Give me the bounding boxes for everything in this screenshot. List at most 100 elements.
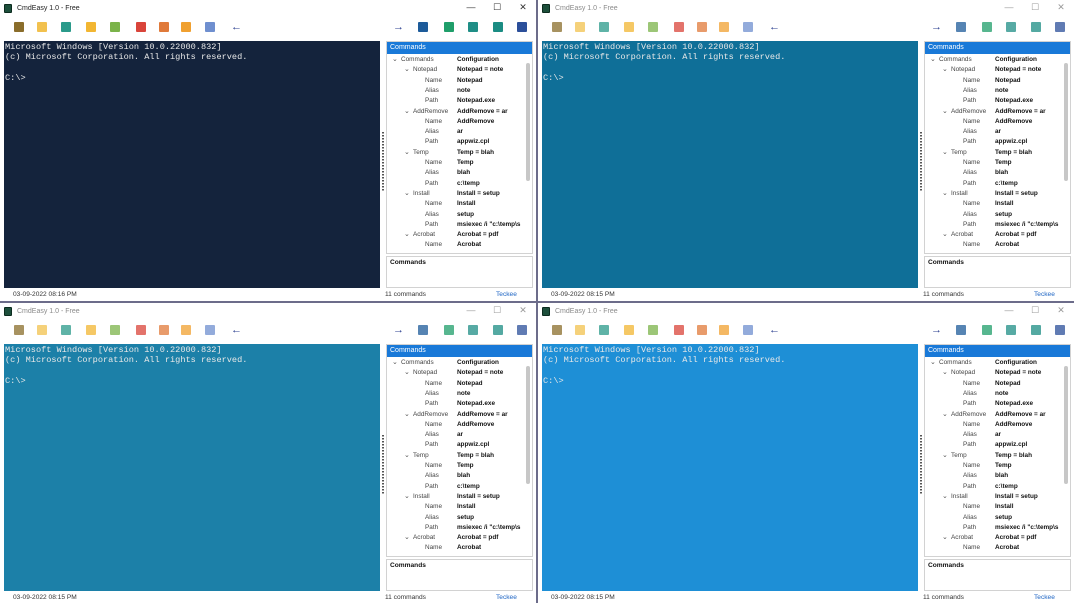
tree-group-row[interactable]: ⌄ AddRemove AddRemove = ar (387, 410, 526, 420)
tree-property-row[interactable]: Alias ar (387, 127, 526, 137)
splitter-handle[interactable] (920, 435, 922, 495)
info-icon[interactable] (205, 22, 215, 32)
tree-group-row[interactable]: ⌄ Install Install = setup (925, 189, 1064, 199)
tree-property-row[interactable]: Alias ar (925, 430, 1064, 440)
tree-property-row[interactable]: Alias ar (925, 127, 1064, 137)
tree-property-row[interactable]: Path msiexec /i "c:\temp\s (387, 220, 526, 230)
tree-property-row[interactable]: Name Notepad (387, 76, 526, 86)
delete-icon[interactable] (493, 22, 503, 32)
tree-property-row[interactable]: Name Notepad (925, 76, 1064, 86)
scrollbar-thumb[interactable] (1064, 366, 1068, 484)
tree-property-row[interactable]: Name AddRemove (925, 117, 1064, 127)
minimize-button[interactable]: — (996, 303, 1022, 319)
run-icon[interactable] (552, 325, 562, 335)
tree-property-row[interactable]: Alias note (925, 86, 1064, 96)
close-button[interactable]: ✕ (1048, 0, 1074, 16)
close-button[interactable]: ✕ (1048, 303, 1074, 319)
tree-property-row[interactable]: Alias blah (925, 168, 1064, 178)
commands-tree[interactable]: ⌄ Commands Configuration ⌄ Notepad Notepad = … (925, 357, 1070, 556)
tree-group-row[interactable]: ⌄ Temp Temp = blah (387, 451, 526, 461)
note-icon[interactable] (624, 22, 634, 32)
tree-group-row[interactable]: ⌄ Install Install = setup (387, 492, 526, 502)
tree-group-row[interactable]: ⌄ Install Install = setup (387, 189, 526, 199)
tree-group-row[interactable]: ⌄ Commands Configuration (925, 358, 1064, 368)
commands-tree[interactable]: ⌄ Commands Configuration ⌄ Notepad Notepad = … (925, 54, 1070, 253)
pin-icon[interactable] (136, 325, 146, 335)
screen-icon[interactable] (110, 22, 120, 32)
forward-arrow-icon[interactable]: → (931, 325, 942, 336)
shell-icon[interactable] (418, 325, 428, 335)
tree-group-row[interactable]: ⌄ Temp Temp = blah (925, 451, 1064, 461)
run-icon[interactable] (14, 325, 24, 335)
back-arrow-icon[interactable]: ← (231, 22, 242, 33)
settings-icon[interactable] (697, 325, 707, 335)
tree-property-row[interactable]: Alias blah (387, 168, 526, 178)
console-icon[interactable] (517, 325, 527, 335)
tree-group-row[interactable]: ⌄ AddRemove AddRemove = ar (387, 107, 526, 117)
move-icon[interactable] (181, 22, 191, 32)
tree-property-row[interactable]: Path Notepad.exe (387, 96, 526, 106)
edit-icon[interactable] (444, 325, 454, 335)
tree-group-row[interactable]: ⌄ Commands Configuration (925, 55, 1064, 65)
tree-property-row[interactable]: Alias blah (925, 471, 1064, 481)
tree-group-row[interactable]: ⌄ Acrobat Acrobat = pdf (925, 230, 1064, 240)
tree-group-row[interactable]: ⌄ Acrobat Acrobat = pdf (925, 533, 1064, 543)
tree-property-row[interactable]: Alias setup (925, 210, 1064, 220)
open-folder-icon[interactable] (37, 325, 47, 335)
run-icon[interactable] (14, 22, 24, 32)
tree-group-row[interactable]: ⌄ Commands Configuration (387, 55, 526, 65)
tree-property-row[interactable]: Name Temp (387, 158, 526, 168)
teckee-link[interactable]: Teckee (496, 289, 517, 301)
tree-property-row[interactable]: Alias setup (387, 513, 526, 523)
tree-property-row[interactable]: Path appwiz.cpl (925, 137, 1064, 147)
minimize-button[interactable]: — (458, 303, 484, 319)
tree-group-row[interactable]: ⌄ Commands Configuration (387, 358, 526, 368)
splitter-handle[interactable] (382, 132, 384, 192)
bookmark-icon[interactable] (599, 22, 609, 32)
tree-property-row[interactable]: Name Notepad (925, 379, 1064, 389)
tree-property-row[interactable]: Path appwiz.cpl (387, 440, 526, 450)
add-icon[interactable] (468, 325, 478, 335)
edit-icon[interactable] (444, 22, 454, 32)
title-bar[interactable]: CmdEasy 1.0 - Free — ☐ ✕ (538, 0, 1074, 16)
screen-icon[interactable] (648, 325, 658, 335)
tree-property-row[interactable]: Name Acrobat (925, 543, 1064, 553)
shell-icon[interactable] (418, 22, 428, 32)
scrollbar-thumb[interactable] (526, 366, 530, 484)
tree-group-row[interactable]: ⌄ Temp Temp = blah (925, 148, 1064, 158)
tree-property-row[interactable]: Name Acrobat (925, 240, 1064, 250)
forward-arrow-icon[interactable]: → (931, 22, 942, 33)
console-output[interactable]: Microsoft Windows [Version 10.0.22000.83… (4, 344, 380, 591)
scrollbar-thumb[interactable] (526, 63, 530, 181)
tree-property-row[interactable]: Name Install (387, 199, 526, 209)
info-icon[interactable] (743, 325, 753, 335)
tree-property-row[interactable]: Alias note (925, 389, 1064, 399)
tree-property-row[interactable]: Name Notepad (387, 379, 526, 389)
tree-group-row[interactable]: ⌄ Acrobat Acrobat = pdf (387, 533, 526, 543)
tree-property-row[interactable]: Path msiexec /i "c:\temp\s (387, 523, 526, 533)
scrollbar-thumb[interactable] (1064, 63, 1068, 181)
console-output[interactable]: Microsoft Windows [Version 10.0.22000.83… (4, 41, 380, 288)
tree-property-row[interactable]: Name Install (925, 502, 1064, 512)
tree-group-row[interactable]: ⌄ Acrobat Acrobat = pdf (387, 230, 526, 240)
tree-property-row[interactable]: Path msiexec /i "c:\temp\s (925, 220, 1064, 230)
tree-property-row[interactable]: Path c:\temp (925, 482, 1064, 492)
forward-arrow-icon[interactable]: → (393, 22, 404, 33)
maximize-button[interactable]: ☐ (484, 0, 510, 16)
title-bar[interactable]: CmdEasy 1.0 - Free — ☐ ✕ (0, 0, 536, 16)
settings-icon[interactable] (697, 22, 707, 32)
tree-property-row[interactable]: Path Notepad.exe (387, 399, 526, 409)
tree-group-row[interactable]: ⌄ Install Install = setup (925, 492, 1064, 502)
tree-property-row[interactable]: Name Temp (925, 461, 1064, 471)
minimize-button[interactable]: — (996, 0, 1022, 16)
tree-property-row[interactable]: Path c:\temp (387, 179, 526, 189)
screen-icon[interactable] (648, 22, 658, 32)
tree-property-row[interactable]: Alias ar (387, 430, 526, 440)
pin-icon[interactable] (674, 325, 684, 335)
pin-icon[interactable] (136, 22, 146, 32)
shell-icon[interactable] (956, 22, 966, 32)
back-arrow-icon[interactable]: ← (769, 325, 780, 336)
open-folder-icon[interactable] (575, 22, 585, 32)
commands-tree[interactable]: ⌄ Commands Configuration ⌄ Notepad Notepad = … (387, 357, 532, 556)
close-button[interactable]: ✕ (510, 0, 536, 16)
